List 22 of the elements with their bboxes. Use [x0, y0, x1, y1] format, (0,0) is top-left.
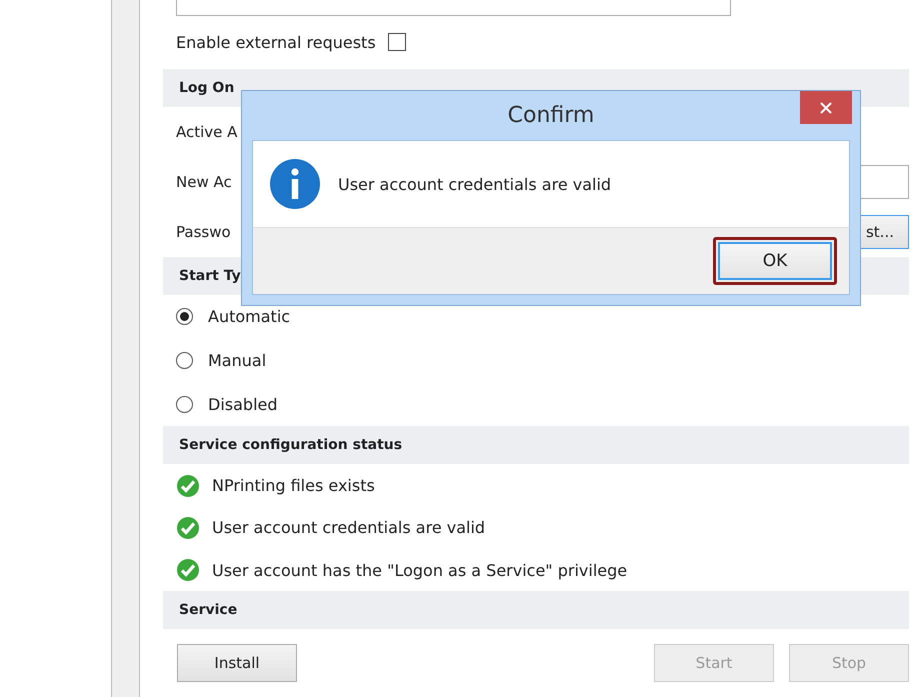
checkbox-label: Enable external requests: [176, 32, 376, 52]
status-text: NPrinting files exists: [212, 476, 375, 496]
status-text: User account has the "Logon as a Service" privilege: [212, 560, 628, 580]
dialog-message: User account credentials are valid: [338, 174, 612, 194]
radio-button[interactable]: [176, 352, 193, 370]
radio-label: Automatic: [208, 307, 290, 326]
info-icon: [270, 159, 320, 209]
radio-label: Manual: [208, 351, 266, 370]
service-button[interactable]: Install: [177, 644, 297, 682]
status-text: User account credentials are valid: [212, 518, 486, 538]
field-label: New Ac: [176, 172, 232, 191]
radio-label: Disabled: [208, 394, 278, 414]
field-label: Active A: [176, 122, 238, 141]
checkbox[interactable]: [388, 33, 406, 52]
field-label: Passwo: [176, 222, 231, 241]
close-button[interactable]: [800, 91, 852, 124]
radio-button[interactable]: [176, 308, 193, 326]
close-icon: [820, 102, 832, 114]
radio-button[interactable]: [176, 396, 193, 413]
ok-button[interactable]: OK: [718, 242, 832, 280]
section-header: Service configuration status: [163, 426, 909, 464]
section-header: Service: [163, 591, 909, 630]
